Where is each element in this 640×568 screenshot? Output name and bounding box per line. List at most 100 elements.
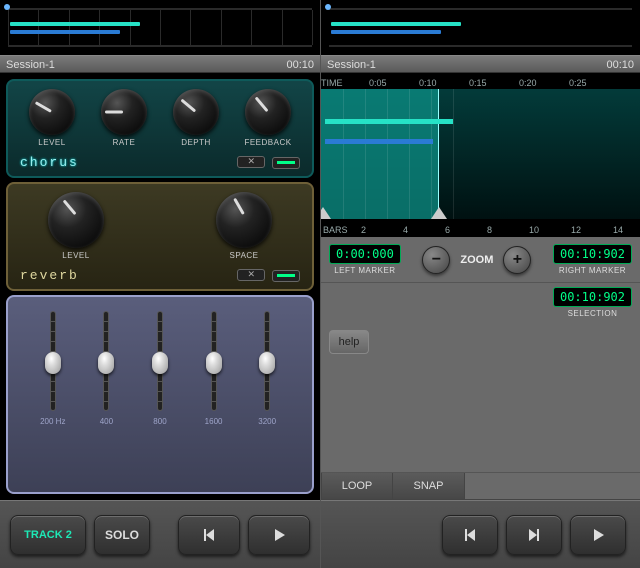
time-label: TIME xyxy=(321,78,343,88)
zoom-label: ZOOM xyxy=(460,254,493,266)
time-tick: 0:10 xyxy=(419,78,437,88)
eq-label: 200 Hz xyxy=(40,417,65,426)
selection-row: 00:10:902 SELECTION xyxy=(321,283,640,322)
bar-tick: 12 xyxy=(571,225,581,235)
chorus-depth-knob[interactable]: .knob .dial[style*="-50deg"]::after{tran… xyxy=(172,89,220,148)
marker-handle-left[interactable] xyxy=(321,207,331,219)
transport-right xyxy=(321,500,640,568)
chorus-rate-knob[interactable]: .knob .dial[style*="-90deg"]::after{tran… xyxy=(100,89,148,148)
bars-ruler[interactable]: BARS 2 4 6 8 10 12 14 xyxy=(321,219,640,237)
eq-fader-200[interactable]: 200 Hz xyxy=(33,311,73,426)
reverb-enable-chip[interactable] xyxy=(272,270,300,282)
bar-tick: 4 xyxy=(403,225,408,235)
eq-label: 800 xyxy=(153,417,166,426)
knob-label: LEVEL xyxy=(62,251,89,260)
knob-label: SPACE xyxy=(229,251,258,260)
minus-icon: − xyxy=(432,251,441,269)
play-icon xyxy=(589,526,607,544)
chorus-close-chip[interactable]: ✕ xyxy=(237,156,265,168)
time-tick: 0:05 xyxy=(369,78,387,88)
right-marker-value: 00:10:902 xyxy=(553,244,632,264)
skip-start-icon xyxy=(461,526,479,544)
bars-label: BARS xyxy=(323,225,348,235)
knob-label: LEVEL xyxy=(38,138,65,147)
selection-label: SELECTION xyxy=(553,309,632,318)
right-body: TIME 0:05 0:10 0:15 0:20 0:25 BARS 2 4 6… xyxy=(321,73,640,568)
session-name: Session-1 xyxy=(6,56,55,72)
prev-button[interactable] xyxy=(178,515,240,555)
eq-fader-3200[interactable]: 3200 xyxy=(247,311,287,426)
chorus-title: chorus xyxy=(20,155,79,170)
time-ruler[interactable]: TIME 0:05 0:10 0:15 0:20 0:25 xyxy=(321,73,640,89)
bar-tick: 8 xyxy=(487,225,492,235)
play-button[interactable] xyxy=(570,515,626,555)
playhead-dot[interactable] xyxy=(4,4,10,10)
solo-button[interactable]: SOLO xyxy=(94,515,150,555)
mini-clip xyxy=(10,22,140,26)
racks-area: .knob .dial[style*="-60deg"]::after{tran… xyxy=(0,73,320,500)
mini-clip xyxy=(331,22,461,26)
eq-fader-400[interactable]: 400 xyxy=(86,311,126,426)
session-time: 00:10 xyxy=(286,56,314,72)
reverb-title: reverb xyxy=(20,268,79,283)
play-icon xyxy=(270,526,288,544)
tab-row: LOOP SNAP xyxy=(321,472,640,500)
chorus-level-knob[interactable]: .knob .dial[style*="-60deg"]::after{tran… xyxy=(28,89,76,148)
eq-label: 3200 xyxy=(258,417,276,426)
selection-box: 00:10:902 SELECTION xyxy=(553,287,632,318)
transport-left: TRACK 2 SOLO xyxy=(0,500,320,568)
snap-tab[interactable]: SNAP xyxy=(393,473,465,499)
marker-handle-right[interactable] xyxy=(431,207,447,219)
skip-start-button[interactable] xyxy=(442,515,498,555)
timeline-pane: Session-1 00:10 TIME 0:05 0:10 0:15 0:20… xyxy=(320,0,640,568)
eq-label: 1600 xyxy=(205,417,223,426)
bar-tick: 2 xyxy=(361,225,366,235)
waveform-area[interactable] xyxy=(321,89,640,219)
bar-tick: 6 xyxy=(445,225,450,235)
loop-tab[interactable]: LOOP xyxy=(321,473,393,499)
session-time: 00:10 xyxy=(606,56,634,72)
time-tick: 0:20 xyxy=(519,78,537,88)
mini-timeline-right[interactable] xyxy=(321,0,640,55)
play-button[interactable] xyxy=(248,515,310,555)
session-bar: Session-1 00:10 xyxy=(321,55,640,73)
eq-rack: 200 Hz 400 800 1600 3200 xyxy=(6,295,314,494)
skip-start-icon xyxy=(200,526,218,544)
selection-region[interactable] xyxy=(321,89,439,219)
audio-clip[interactable] xyxy=(325,119,453,124)
zoom-in-button[interactable]: + xyxy=(503,246,531,274)
left-marker-label: LEFT MARKER xyxy=(329,266,401,275)
knob-label: FEEDBACK xyxy=(244,138,291,147)
mini-clip xyxy=(331,30,441,34)
chorus-feedback-knob[interactable]: .knob .dial[style*="-40deg"]::after{tran… xyxy=(244,89,292,148)
playhead-dot[interactable] xyxy=(325,4,331,10)
chorus-rack: .knob .dial[style*="-60deg"]::after{tran… xyxy=(6,79,314,178)
reverb-level-knob[interactable]: LEVEL xyxy=(46,192,106,261)
skip-end-icon xyxy=(525,526,543,544)
help-button[interactable]: help xyxy=(329,330,369,354)
left-marker-value: 0:00:000 xyxy=(329,244,401,264)
eq-fader-800[interactable]: 800 xyxy=(140,311,180,426)
time-tick: 0:25 xyxy=(569,78,587,88)
audio-clip[interactable] xyxy=(325,139,433,144)
right-marker: 00:10:902 RIGHT MARKER xyxy=(553,244,632,275)
knob-label: RATE xyxy=(113,138,136,147)
right-marker-label: RIGHT MARKER xyxy=(553,266,632,275)
skip-end-button[interactable] xyxy=(506,515,562,555)
time-tick: 0:15 xyxy=(469,78,487,88)
selection-value: 00:10:902 xyxy=(553,287,632,307)
eq-fader-1600[interactable]: 1600 xyxy=(194,311,234,426)
effects-pane: Session-1 00:10 .knob .dial[style*="-60d… xyxy=(0,0,320,568)
mini-timeline-left[interactable] xyxy=(0,0,320,55)
session-bar: Session-1 00:10 xyxy=(0,55,320,73)
track-select-button[interactable]: TRACK 2 xyxy=(10,515,86,555)
reverb-space-knob[interactable]: .knob .dial[style*="-30deg"]::after{tran… xyxy=(214,192,274,261)
bar-tick: 10 xyxy=(529,225,539,235)
reverb-close-chip[interactable]: ✕ xyxy=(237,269,265,281)
plus-icon: + xyxy=(513,251,522,269)
reverb-rack: LEVEL .knob .dial[style*="-30deg"]::afte… xyxy=(6,182,314,291)
zoom-out-button[interactable]: − xyxy=(422,246,450,274)
left-marker: 0:00:000 LEFT MARKER xyxy=(329,244,401,275)
chorus-enable-chip[interactable] xyxy=(272,157,300,169)
bar-tick: 14 xyxy=(613,225,623,235)
